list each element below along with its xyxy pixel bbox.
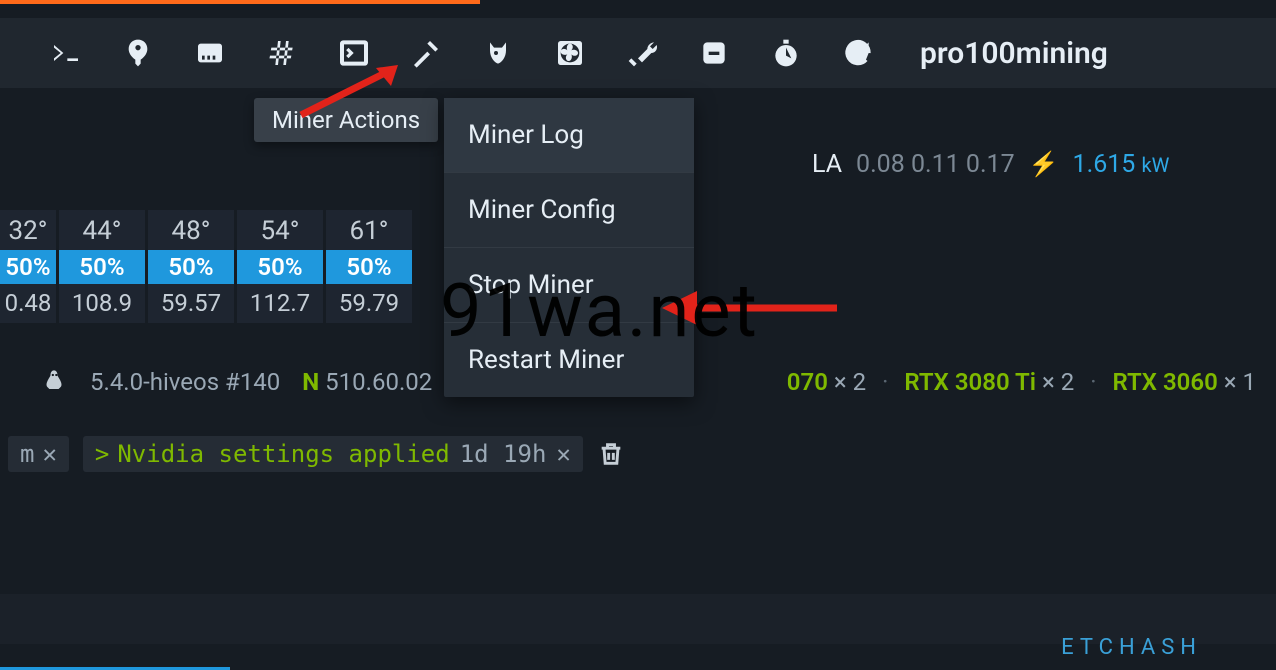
rocket-icon[interactable] [102,28,174,78]
gpu-model: 070 [787,368,828,396]
rig-name: pro100mining [920,36,1108,71]
gpu-tile[interactable]: 32° 50% 0.48 [0,210,56,323]
gpu-power: 59.57 [148,284,234,323]
gpu-temp: 44° [59,210,145,250]
load-average: LA 0.08 0.11 0.17 ⚡ 1.615 kW [812,150,1169,179]
log-age: 1d 19h [460,440,547,468]
log-message: Nvidia settings applied [117,440,449,468]
close-icon[interactable]: ✕ [42,440,56,468]
la-label: LA [812,150,842,179]
gpu-model-list: 070 × 2 · RTX 3080 Ti × 2 · RTX 3060 × 1 [787,368,1256,396]
gpu-fan: 50% [326,250,412,284]
console-icon[interactable] [318,28,390,78]
gpu-power: 59.79 [326,284,412,323]
gpu-fan: 50% [0,250,56,284]
gpu-power: 108.9 [59,284,145,323]
gpu-temp: 54° [237,210,323,250]
kernel-version: 5.4.0-hiveos #140 [90,368,280,396]
gpu-model: RTX 3080 Ti [904,368,1036,396]
system-info-row: 5.4.0-hiveos #140 N 510.60.02 070 × 2 · … [40,368,1256,396]
gpu-fan: 50% [148,250,234,284]
menu-item-miner-config[interactable]: Miner Config [444,173,694,248]
nvidia-driver: N 510.60.02 [302,368,432,396]
watchdog-icon[interactable] [462,28,534,78]
stopwatch-icon[interactable] [750,28,822,78]
tools-icon[interactable] [606,28,678,78]
gpu-tile[interactable]: 61° 50% 59.79 [326,210,412,323]
gpu-tiles: 32° 50% 0.48 44° 50% 108.9 48° 50% 59.57… [0,210,412,323]
log-row: m ✕ > Nvidia settings applied 1d 19h ✕ [0,432,1276,476]
close-icon[interactable]: ✕ [556,440,570,468]
fan-icon[interactable] [534,28,606,78]
log-prompt: > [95,440,109,468]
bolt-icon: ⚡ [1029,150,1059,178]
gpu-temp: 61° [326,210,412,250]
gpu-temp: 48° [148,210,234,250]
menu-item-miner-log[interactable]: Miner Log [444,98,694,173]
refresh-icon[interactable] [822,28,894,78]
separator-dot: · [1090,368,1096,396]
toolbar: pro100mining [0,18,1276,88]
network-icon[interactable] [174,28,246,78]
gpu-fan: 50% [59,250,145,284]
separator-dot: · [882,368,888,396]
algorithm-label: ETCHASH [1061,635,1202,660]
gpu-tile[interactable]: 54° 50% 112.7 [237,210,323,323]
gpu-power: 0.48 [0,284,56,323]
tooltip-miner-actions: Miner Actions [254,98,438,142]
gpu-fan: 50% [237,250,323,284]
miner-actions-dropdown: Miner Log Miner Config Stop Miner Restar… [444,98,694,397]
gpu-model: RTX 3060 [1113,368,1218,396]
minimize-icon[interactable] [678,28,750,78]
linux-icon [40,368,68,396]
gpu-tile[interactable]: 48° 50% 59.57 [148,210,234,323]
menu-item-stop-miner[interactable]: Stop Miner [444,248,694,323]
la-values: 0.08 0.11 0.17 [856,150,1015,179]
terminal-icon[interactable] [30,28,102,78]
gpu-power: 112.7 [237,284,323,323]
log-entry: > Nvidia settings applied 1d 19h ✕ [83,436,583,472]
pickaxe-icon[interactable] [390,28,462,78]
gpu-temp: 32° [0,210,56,250]
hash-icon[interactable] [246,28,318,78]
log-entry-truncated: m ✕ [8,436,69,472]
power-value: 1.615 kW [1073,150,1170,179]
trash-icon[interactable] [597,440,625,468]
gpu-tile[interactable]: 44° 50% 108.9 [59,210,145,323]
log-age-suffix: m [20,440,34,468]
